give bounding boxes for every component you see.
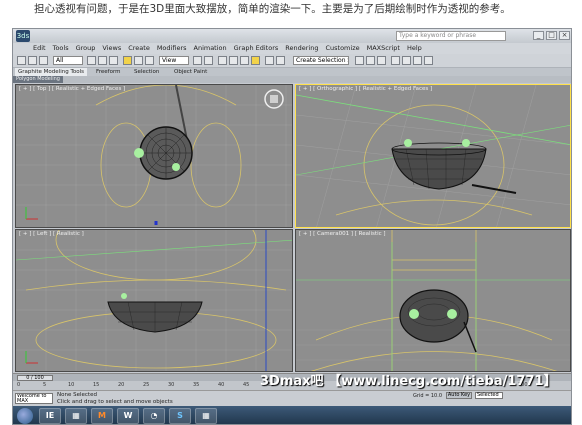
maximize-button[interactable]: □ bbox=[546, 31, 557, 40]
viewport-camera-label[interactable]: [ + ] [ Camera001 ] [ Realistic ] bbox=[299, 231, 386, 237]
viewport-left[interactable]: [ + ] [ Left ] [ Realistic ] bbox=[15, 229, 293, 372]
menu-group[interactable]: Group bbox=[76, 44, 96, 52]
minimize-button[interactable]: _ bbox=[533, 31, 544, 40]
menu-animation[interactable]: Animation bbox=[194, 44, 227, 52]
render-setup-icon[interactable] bbox=[402, 56, 411, 65]
rotate-icon[interactable] bbox=[134, 56, 143, 65]
ruler-tick: 5 bbox=[43, 382, 47, 388]
reference-coordinate-dropdown[interactable]: View bbox=[159, 56, 189, 65]
select-by-name-icon[interactable] bbox=[98, 56, 107, 65]
pivot-icon[interactable] bbox=[193, 56, 202, 65]
menu-modifiers[interactable]: Modifiers bbox=[157, 44, 187, 52]
menu-graph-editors[interactable]: Graph Editors bbox=[234, 44, 279, 52]
named-selection-dropdown[interactable]: Create Selection Set bbox=[293, 56, 349, 65]
menu-views[interactable]: Views bbox=[102, 44, 121, 52]
render-icon[interactable] bbox=[424, 56, 433, 65]
ruler-tick: 15 bbox=[93, 382, 100, 388]
start-button-icon[interactable] bbox=[17, 408, 33, 424]
taskbar-app-icon[interactable]: ◔ bbox=[143, 408, 165, 424]
search-input[interactable]: Type a keyword or phrase bbox=[396, 31, 506, 41]
viewport-ortho-label[interactable]: [ + ] [ Orthographic ] [ Realistic + Edg… bbox=[299, 86, 432, 92]
viewport-camera-canvas bbox=[296, 230, 570, 371]
schematic-view-icon[interactable] bbox=[377, 56, 386, 65]
ruler-tick: 35 bbox=[193, 382, 200, 388]
prompt-line: Click and drag to select and move object… bbox=[57, 399, 173, 405]
undo-icon[interactable] bbox=[17, 56, 26, 65]
snap-icon[interactable] bbox=[218, 56, 227, 65]
ribbon-subtab: Polygon Modeling bbox=[13, 76, 571, 83]
mirror-icon[interactable] bbox=[265, 56, 274, 65]
taskbar-ie-icon[interactable]: IE bbox=[39, 408, 61, 424]
grid-readout: Grid = 10.0 bbox=[413, 393, 442, 399]
viewport-camera[interactable]: [ + ] [ Camera001 ] [ Realistic ] bbox=[295, 229, 571, 372]
spinner-snap-icon[interactable] bbox=[251, 56, 260, 65]
region-select-icon[interactable] bbox=[109, 56, 118, 65]
align-icon[interactable] bbox=[276, 56, 285, 65]
forum-watermark: 3Dmax吧 【www.linecg.com/tieba/1771】 bbox=[260, 374, 557, 389]
material-editor-icon[interactable] bbox=[391, 56, 400, 65]
ruler-tick: 40 bbox=[218, 382, 225, 388]
menu-tools[interactable]: Tools bbox=[53, 44, 69, 52]
menu-create[interactable]: Create bbox=[128, 44, 150, 52]
menu-bar: Edit Tools Group Views Create Modifiers … bbox=[13, 43, 571, 54]
link-icon[interactable] bbox=[39, 56, 48, 65]
viewport-top[interactable]: [ + ] [ Top ] [ Realistic + Edged Faces … bbox=[15, 84, 293, 228]
status-bar: Welcome to MAX None Selected Click and d… bbox=[13, 390, 571, 406]
ribbon-tabs: Graphite Modeling Tools Freeform Selecti… bbox=[13, 68, 571, 76]
ruler-tick: 20 bbox=[118, 382, 125, 388]
angle-snap-icon[interactable] bbox=[229, 56, 238, 65]
percent-snap-icon[interactable] bbox=[240, 56, 249, 65]
taskbar-3dsmax-icon[interactable]: ▦ bbox=[195, 408, 217, 424]
menu-rendering[interactable]: Rendering bbox=[285, 44, 318, 52]
menu-maxscript[interactable]: MAXScript bbox=[367, 44, 400, 52]
key-filter-dropdown[interactable]: Selected bbox=[475, 392, 503, 399]
close-button[interactable]: × bbox=[559, 31, 570, 40]
max-screenshot: 3ds Type a keyword or phrase _ □ × Edit … bbox=[12, 28, 572, 425]
taskbar-explorer-icon[interactable]: ▦ bbox=[65, 408, 87, 424]
selection-status: None Selected bbox=[57, 392, 97, 398]
menu-help[interactable]: Help bbox=[407, 44, 422, 52]
tab-graphite-modeling[interactable]: Graphite Modeling Tools bbox=[15, 68, 88, 76]
curve-editor-icon[interactable] bbox=[366, 56, 375, 65]
auto-key-button[interactable]: Auto Key bbox=[446, 392, 472, 399]
viewport-top-label[interactable]: [ + ] [ Top ] [ Realistic + Edged Faces … bbox=[19, 86, 125, 92]
viewport-orthographic[interactable]: [ + ] [ Orthographic ] [ Realistic + Edg… bbox=[295, 84, 571, 228]
scale-icon[interactable] bbox=[145, 56, 154, 65]
menu-edit[interactable]: Edit bbox=[33, 44, 46, 52]
ruler-tick: 25 bbox=[143, 382, 150, 388]
layer-manager-icon[interactable] bbox=[355, 56, 364, 65]
ruler-tick: 30 bbox=[168, 382, 175, 388]
viewport-left-canvas bbox=[16, 230, 292, 371]
polygon-modeling-tab[interactable]: Polygon Modeling bbox=[13, 76, 63, 83]
tab-freeform[interactable]: Freeform bbox=[93, 68, 124, 76]
taskbar-skype-icon[interactable]: S bbox=[169, 408, 191, 424]
ruler-tick: 10 bbox=[68, 382, 75, 388]
app-logo-icon[interactable]: 3ds bbox=[16, 30, 30, 42]
windows-taskbar: IE ▦ M W ◔ S ▦ bbox=[13, 406, 571, 424]
main-toolbar: All View Create Selection Set bbox=[13, 54, 571, 68]
viewport-ortho-canvas bbox=[296, 85, 570, 227]
taskbar-word-icon[interactable]: W bbox=[117, 408, 139, 424]
ruler-tick: 0 bbox=[17, 382, 21, 388]
manipulate-icon[interactable] bbox=[204, 56, 213, 65]
viewport-left-label[interactable]: [ + ] [ Left ] [ Realistic ] bbox=[19, 231, 84, 237]
window-controls: _ □ × bbox=[533, 31, 570, 40]
ruler-tick: 45 bbox=[243, 382, 250, 388]
redo-icon[interactable] bbox=[28, 56, 37, 65]
tab-object-paint[interactable]: Object Paint bbox=[171, 68, 210, 76]
title-bar: 3ds Type a keyword or phrase _ □ × bbox=[13, 29, 571, 43]
move-icon[interactable] bbox=[123, 56, 132, 65]
selection-filter-dropdown[interactable]: All bbox=[53, 56, 83, 65]
maxscript-listener[interactable]: Welcome to MAX bbox=[15, 393, 53, 404]
post-caption: 担心透视有问题，于是在3D里面大致摆放，简单的渲染一下。主要是为了后期绘制时作为… bbox=[0, 0, 582, 22]
menu-customize[interactable]: Customize bbox=[325, 44, 359, 52]
tab-selection[interactable]: Selection bbox=[131, 68, 162, 76]
caption-text: 担心透视有问题，于是在3D里面大致摆放，简单的渲染一下。主要是为了后期绘制时作为… bbox=[34, 3, 511, 15]
rendered-frame-icon[interactable] bbox=[413, 56, 422, 65]
taskbar-maya-icon[interactable]: M bbox=[91, 408, 113, 424]
viewport-top-canvas bbox=[16, 85, 292, 227]
select-object-icon[interactable] bbox=[87, 56, 96, 65]
